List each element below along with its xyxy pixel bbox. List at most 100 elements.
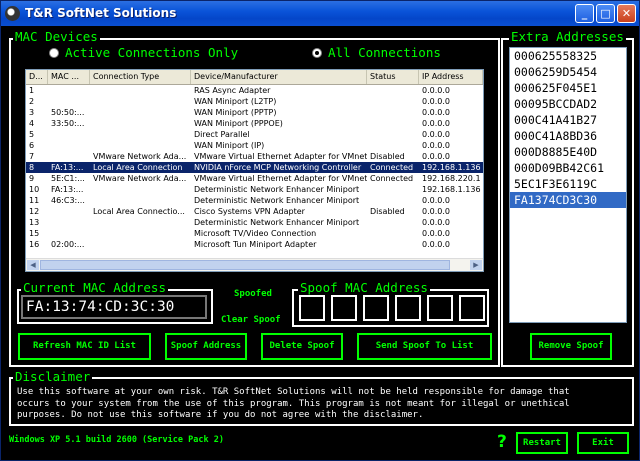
table-cell: [90, 118, 191, 129]
extra-address-item[interactable]: 5EC1F3E6119C: [510, 176, 626, 192]
table-row[interactable]: 16 02:00:... Microsoft Tun Miniport Adapte…: [26, 239, 483, 250]
table-cell: [367, 96, 419, 107]
table-row[interactable]: 10 FA:13:... Deterministic Network Enhance…: [26, 184, 483, 195]
table-cell: 4: [29, 119, 35, 128]
extra-address-item[interactable]: 000D8885E40D: [510, 144, 626, 160]
exit-button[interactable]: Exit: [577, 432, 629, 454]
table-cell: [48, 228, 90, 239]
extra-address-item[interactable]: 000625558325: [510, 48, 626, 64]
delete-spoof-button[interactable]: Delete Spoof: [261, 333, 343, 360]
minimize-button[interactable]: _: [575, 4, 594, 23]
table-cell: Microsoft Tun Miniport Adapter: [194, 240, 317, 249]
remove-spoof-button[interactable]: Remove Spoof: [530, 333, 612, 360]
column-header[interactable]: D...: [26, 70, 48, 84]
table-cell: 0.0.0.0: [422, 229, 450, 238]
horizontal-scrollbar[interactable]: ◀ ▶: [26, 258, 483, 271]
radio-active-connections[interactable]: Active Connections Only: [49, 45, 238, 60]
table-row[interactable]: 4 33:50:... WAN Miniport (PPPOE) 0.0.0.0: [26, 118, 483, 129]
table-cell: [48, 140, 90, 151]
column-header[interactable]: Device/Manufacturer: [191, 70, 367, 84]
close-button[interactable]: ✕: [617, 4, 636, 23]
table-cell: [367, 184, 419, 195]
table-cell: 9: [29, 174, 35, 183]
table-cell: 11: [29, 196, 40, 205]
table-cell: [48, 151, 90, 162]
table-cell: Connected: [370, 163, 414, 172]
column-header[interactable]: Status: [367, 70, 419, 84]
table-cell: [367, 129, 419, 140]
extra-address-item[interactable]: 000C41A41B27: [510, 112, 626, 128]
help-icon[interactable]: ?: [497, 432, 507, 452]
table-row[interactable]: 13 Deterministic Network Enhancer Minipor…: [26, 217, 483, 228]
table-cell: [90, 217, 191, 228]
table-row[interactable]: 9 5E:C1:... VMware Network Ada... VMware Vi…: [26, 173, 483, 184]
table-cell: 5E:C1:...: [51, 174, 85, 183]
extra-address-item[interactable]: 000D09BB42C61: [510, 160, 626, 176]
table-row[interactable]: 12 Local Area Connectio... Cisco Systems V…: [26, 206, 483, 217]
column-header[interactable]: MAC ...: [48, 70, 90, 84]
table-cell: 0.0.0.0: [422, 119, 450, 128]
table-cell: 0.0.0.0: [422, 108, 450, 117]
radio-all-connections[interactable]: All Connections: [312, 45, 441, 60]
app-icon: [5, 6, 20, 21]
scroll-right-icon[interactable]: ▶: [470, 260, 482, 270]
devices-table[interactable]: D... MAC ... Connection Type Device/Manufac…: [25, 69, 484, 272]
table-cell: 0.0.0.0: [422, 141, 450, 150]
table-cell: 02:00:...: [51, 240, 85, 249]
spoof-octet-4[interactable]: [395, 295, 421, 321]
title-bar[interactable]: T&R SoftNet Solutions _ □ ✕: [1, 1, 639, 26]
table-cell: 1: [29, 86, 35, 95]
table-cell: Deterministic Network Enhancer Miniport: [194, 196, 360, 205]
table-cell: 0.0.0.0: [422, 218, 450, 227]
spoof-octet-1[interactable]: [299, 295, 325, 321]
table-cell: 2: [29, 97, 35, 106]
scrollbar-thumb[interactable]: [40, 260, 450, 270]
table-row[interactable]: 3 50:50:... WAN Miniport (PPTP) 0.0.0.0: [26, 107, 483, 118]
radio-active-dot[interactable]: [49, 47, 59, 58]
extra-address-item[interactable]: FA1374CD3C30: [510, 192, 626, 208]
table-cell: [367, 107, 419, 118]
table-cell: [90, 195, 191, 206]
spoof-octet-3[interactable]: [363, 295, 389, 321]
refresh-mac-list-button[interactable]: Refresh MAC ID List: [18, 333, 151, 360]
spoof-octet-5[interactable]: [427, 295, 453, 321]
radio-all-label: All Connections: [328, 45, 441, 60]
table-cell: [90, 228, 191, 239]
extra-address-item[interactable]: 000625F045E1: [510, 80, 626, 96]
table-cell: 33:50:...: [51, 119, 85, 128]
table-cell: 0.0.0.0: [422, 130, 450, 139]
current-mac-display: FA:13:74:CD:3C:30: [21, 295, 207, 319]
spoof-octet-6[interactable]: [459, 295, 485, 321]
column-header[interactable]: IP Address: [419, 70, 483, 84]
extra-address-item[interactable]: 000C41A8BD36: [510, 128, 626, 144]
table-row[interactable]: 8 FA:13:... Local Area Connection NVIDIA nF…: [26, 162, 483, 173]
column-header[interactable]: Connection Type: [90, 70, 191, 84]
table-row[interactable]: 11 46:C3:... Deterministic Network Enhance…: [26, 195, 483, 206]
maximize-button[interactable]: □: [596, 4, 615, 23]
scroll-left-icon[interactable]: ◀: [27, 260, 39, 270]
table-row[interactable]: 6 WAN Miniport (IP) 0.0.0.0: [26, 140, 483, 151]
clear-spoof-label[interactable]: Clear Spoof: [221, 315, 281, 325]
spoof-octet-2[interactable]: [331, 295, 357, 321]
table-row[interactable]: 7 VMware Network Ada... VMware Virtual Eth…: [26, 151, 483, 162]
extra-addresses-title: Extra Addresses: [509, 29, 626, 44]
table-cell: 0.0.0.0: [422, 86, 450, 95]
table-cell: [90, 140, 191, 151]
table-row[interactable]: 2 WAN Miniport (L2TP) 0.0.0.0: [26, 96, 483, 107]
extra-address-item[interactable]: 00095BCCDAD2: [510, 96, 626, 112]
table-row[interactable]: 15 Microsoft TV/Video Connection 0.0.0.0: [26, 228, 483, 239]
table-row[interactable]: 1 RAS Async Adapter 0.0.0.0: [26, 85, 483, 96]
restart-button[interactable]: Restart: [516, 432, 568, 454]
radio-all-dot[interactable]: [312, 47, 322, 58]
spoof-address-button[interactable]: Spoof Address: [165, 333, 247, 360]
table-cell: [367, 118, 419, 129]
extra-address-item[interactable]: 0006259D5454: [510, 64, 626, 80]
table-row[interactable]: 5 Direct Parallel 0.0.0.0: [26, 129, 483, 140]
table-cell: NVIDIA nForce MCP Networking Controller: [194, 163, 362, 172]
table-cell: 0.0.0.0: [422, 97, 450, 106]
extra-addresses-list[interactable]: 000625558325 0006259D5454 000625F045E1 0009…: [509, 47, 627, 323]
table-cell: 12: [29, 207, 40, 216]
table-cell: 192.168.1.136: [422, 185, 481, 194]
send-spoof-to-list-button[interactable]: Send Spoof To List: [357, 333, 492, 360]
table-cell: FA:13:...: [51, 185, 84, 194]
